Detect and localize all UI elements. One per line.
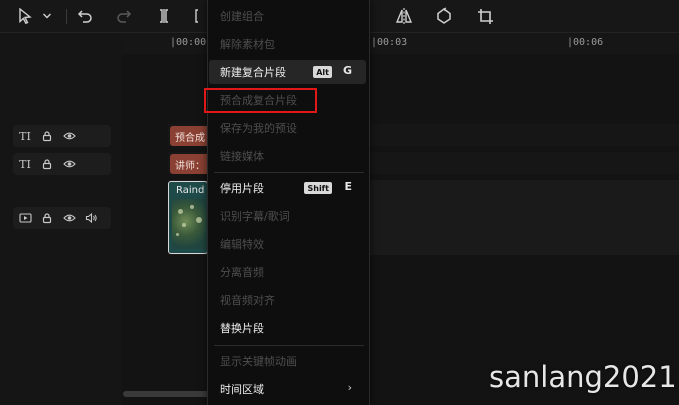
video-track-icon: [18, 211, 32, 225]
menu-item-label: 分离音频: [220, 266, 264, 279]
crop-icon[interactable]: [475, 6, 495, 26]
menu-separator: [214, 172, 364, 173]
text-track-icon: TI: [19, 157, 31, 171]
lock-icon[interactable]: [40, 129, 54, 143]
volume-icon[interactable]: [84, 211, 98, 225]
menu-item-label: 替换片段: [220, 322, 264, 335]
video-clip[interactable]: Raind: [168, 181, 208, 254]
select-arrow-icon[interactable]: [16, 6, 34, 26]
ruler-label-0: |00:00: [170, 37, 207, 48]
horizontal-scrollbar[interactable]: [123, 391, 213, 397]
menu-item-save-preset: 保存为我的预设: [209, 116, 366, 140]
text-clip-precompose[interactable]: 预合成: [170, 126, 210, 146]
menu-item-av-align: 视音频对齐: [209, 288, 366, 312]
menu-item-label: 显示关键帧动画: [220, 355, 297, 368]
menu-item-label: 新建复合片段: [220, 66, 286, 79]
toolbar-divider: [66, 9, 67, 24]
menu-item-recognize-subtitles: 识别字幕/歌词: [209, 204, 366, 228]
shortcut-key: G: [342, 64, 352, 77]
menu-item-create-group: 创建组合: [209, 4, 366, 28]
delete-split-icon[interactable]: [193, 6, 207, 26]
menu-item-edit-effects: 编辑特效: [209, 232, 366, 256]
lock-icon[interactable]: [40, 157, 54, 171]
shortcut-key: E: [344, 180, 352, 193]
eye-icon[interactable]: [62, 129, 76, 143]
menu-item-label: 识别字幕/歌词: [220, 210, 290, 223]
mirror-icon[interactable]: [394, 6, 414, 26]
rotate-icon[interactable]: [434, 6, 454, 26]
menu-item-new-compound-clip[interactable]: 新建复合片段 Alt G: [209, 60, 366, 84]
shortcut-modifier-badge: Shift: [304, 182, 332, 194]
text-clip-lecturer[interactable]: 讲师：: [170, 154, 210, 174]
chevron-right-icon: ›: [347, 381, 352, 394]
text-track-icon: TI: [19, 129, 31, 143]
video-clip-thumbnail: [172, 199, 206, 249]
redo-icon: [114, 6, 134, 26]
undo-icon[interactable]: [75, 6, 95, 26]
lock-icon[interactable]: [40, 211, 54, 225]
shortcut-modifier-badge: Alt: [313, 66, 332, 78]
menu-item-label: 解除素材包: [220, 38, 275, 51]
text-track-1-controls: TI: [13, 125, 111, 147]
video-track-controls: [13, 207, 111, 229]
text-track-2-controls: TI: [13, 153, 111, 175]
video-clip-title: Raind: [176, 185, 205, 196]
menu-separator: [214, 345, 364, 346]
menu-item-label: 链接媒体: [220, 150, 264, 163]
video-editor-window: TI TI 封面 |00:00 |00: [0, 0, 679, 405]
split-icon[interactable]: [154, 6, 174, 26]
menu-item-time-range[interactable]: 时间区域 ›: [209, 377, 366, 401]
menu-item-replace-clip[interactable]: 替换片段: [209, 316, 366, 340]
ruler-label-2: |00:06: [567, 37, 604, 48]
menu-item-show-keyframes: 显示关键帧动画: [209, 349, 366, 373]
menu-item-label: 时间区域: [220, 383, 264, 396]
eye-icon[interactable]: [62, 211, 76, 225]
menu-item-disable-clip[interactable]: 停用片段 Shift E: [209, 176, 366, 200]
menu-item-link-media: 链接媒体: [209, 144, 366, 168]
eye-icon[interactable]: [62, 157, 76, 171]
menu-item-label: 停用片段: [220, 182, 264, 195]
highlight-box: [204, 88, 317, 113]
watermark: sanlang2021: [489, 360, 677, 394]
menu-item-label: 编辑特效: [220, 238, 264, 251]
menu-item-label: 保存为我的预设: [220, 122, 297, 135]
ruler-label-1: |00:03: [371, 37, 408, 48]
menu-item-label: 视音频对齐: [220, 294, 275, 307]
menu-item-label: 创建组合: [220, 10, 264, 23]
chevron-down-icon[interactable]: [40, 6, 54, 26]
context-menu: 创建组合 解除素材包 新建复合片段 Alt G 预合成复合片段 保存为我的预设 …: [207, 0, 370, 405]
timeline-ruler[interactable]: |00:00 |00:03 |00:06: [122, 34, 679, 54]
menu-item-unpack-material: 解除素材包: [209, 32, 366, 56]
menu-item-separate-audio: 分离音频: [209, 260, 366, 284]
